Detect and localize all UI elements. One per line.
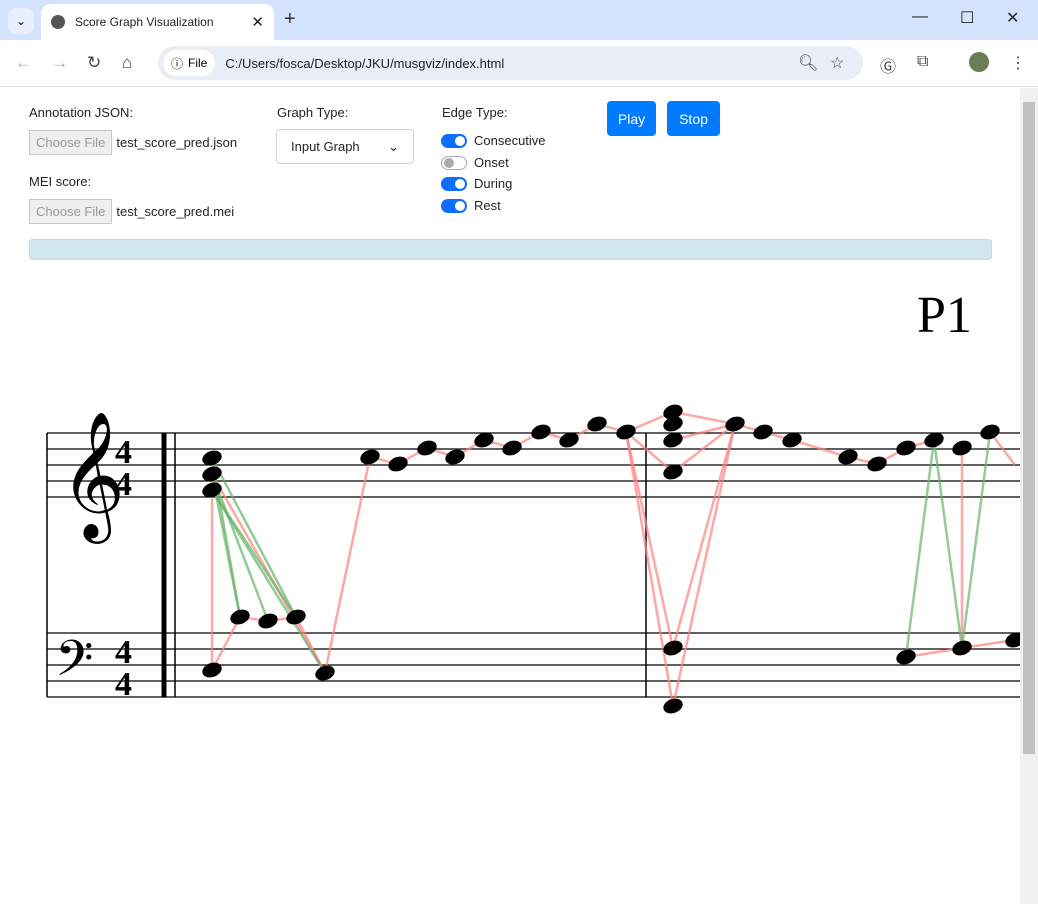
toggle-label: During	[474, 176, 513, 191]
address-bar[interactable]: ⓘ File C:/Users/fosca/Desktop/JKU/musgviz…	[158, 46, 863, 80]
mei-file-input[interactable]: Choose File test_score_pred.mei	[29, 199, 234, 224]
edge-type-label: Edge Type:	[442, 105, 508, 120]
note-head[interactable]	[313, 663, 337, 683]
info-icon: ⓘ	[171, 56, 184, 71]
mei-label: MEI score:	[29, 174, 92, 189]
note-head[interactable]	[415, 438, 439, 458]
toggle-consecutive[interactable]: Consecutive	[441, 133, 546, 148]
annotation-file-input[interactable]: Choose File test_score_pred.json	[29, 130, 237, 155]
toggle-during[interactable]: During	[441, 176, 512, 191]
zoom-icon[interactable]: 🔍︎	[798, 53, 818, 73]
toggle-switch[interactable]	[441, 198, 467, 213]
stop-button[interactable]: Stop	[667, 101, 720, 136]
graph-edges	[210, 410, 1016, 707]
menu-kebab-icon[interactable]: ⋮	[1010, 53, 1026, 73]
score-canvas: P1 4444 𝄞 𝄢	[46, 287, 1020, 716]
tab-active[interactable]: Score Graph Visualization ✕	[41, 4, 274, 40]
file-name: test_score_pred.mei	[116, 204, 235, 219]
note-head[interactable]	[894, 647, 918, 667]
note-head[interactable]	[661, 696, 685, 716]
reload-button[interactable]: ↻	[87, 53, 101, 73]
note-head[interactable]	[500, 438, 524, 458]
during-edge	[210, 489, 327, 674]
annotation-label: Annotation JSON:	[29, 105, 134, 120]
graph-type-select[interactable]: Input Graph ⌄	[276, 129, 414, 164]
part-label: P1	[917, 287, 972, 344]
extension-g-icon[interactable]: Ⓖ	[880, 53, 896, 77]
new-tab-button[interactable]: +	[284, 8, 296, 31]
globe-icon	[51, 15, 65, 29]
treble-clef-icon: 𝄞	[60, 410, 125, 544]
during-edge	[932, 439, 964, 649]
bass-clef-icon: 𝄢	[55, 630, 94, 700]
during-edge	[904, 439, 936, 658]
scrollbar-thumb[interactable]	[1023, 102, 1035, 754]
note-head[interactable]	[284, 607, 308, 627]
note-head[interactable]	[443, 447, 467, 467]
progress-bar	[29, 239, 992, 260]
note-head[interactable]	[358, 447, 382, 467]
time-signature-bass: 4	[115, 666, 132, 703]
tab-bar: ⌄ Score Graph Visualization ✕ + — ☐ ✕	[0, 0, 1038, 40]
choose-file-button[interactable]: Choose File	[29, 199, 113, 224]
forward-button[interactable]: →	[51, 53, 68, 73]
play-button[interactable]: Play	[607, 101, 656, 136]
site-info-chip[interactable]: ⓘ File	[163, 50, 216, 76]
toggle-switch[interactable]	[441, 155, 467, 170]
chevron-down-icon: ⌄	[388, 138, 399, 154]
note-head[interactable]	[894, 438, 918, 458]
note-head[interactable]	[978, 422, 1002, 442]
address-toolbar: ← → ↻ ⌂ ⓘ File C:/Users/fosca/Desktop/JKU…	[0, 40, 1038, 87]
tab-title: Score Graph Visualization	[75, 15, 214, 29]
close-tab-icon[interactable]: ✕	[251, 13, 264, 31]
scrollbar[interactable]	[1020, 88, 1038, 904]
home-button[interactable]: ⌂	[122, 53, 132, 73]
graph-type-label: Graph Type:	[277, 105, 349, 120]
maximize-button[interactable]: ☐	[960, 8, 974, 28]
toggle-label: Onset	[474, 155, 509, 170]
extensions-puzzle-icon[interactable]: ⧉	[917, 53, 928, 71]
note-head[interactable]	[529, 422, 553, 442]
note-head[interactable]	[228, 607, 252, 627]
note-head[interactable]	[751, 422, 775, 442]
toggle-rest[interactable]: Rest	[441, 198, 501, 213]
note-head[interactable]	[585, 414, 609, 434]
consecutive-edge	[210, 616, 242, 671]
toggle-onset[interactable]: Onset	[441, 155, 509, 170]
bookmark-star-icon[interactable]: ☆	[830, 53, 844, 73]
minimize-button[interactable]: —	[912, 8, 928, 26]
tab-search-button[interactable]: ⌄	[8, 8, 34, 34]
note-head[interactable]	[256, 611, 280, 631]
toggle-switch[interactable]	[441, 176, 467, 191]
note-head[interactable]	[200, 660, 224, 680]
back-button[interactable]: ←	[15, 53, 32, 73]
note-head[interactable]	[950, 638, 974, 658]
window-close-button[interactable]: ✕	[1006, 8, 1019, 28]
toggle-switch[interactable]	[441, 133, 467, 148]
toggle-label: Rest	[474, 198, 501, 213]
note-head[interactable]	[865, 454, 889, 474]
note-head[interactable]	[950, 438, 974, 458]
note-head[interactable]	[386, 454, 410, 474]
avatar[interactable]	[969, 52, 989, 72]
toggle-label: Consecutive	[474, 133, 546, 148]
file-name: test_score_pred.json	[116, 135, 238, 150]
consecutive-edge	[323, 456, 372, 674]
consecutive-edge	[671, 423, 737, 649]
chip-label: File	[188, 56, 208, 70]
note-head[interactable]	[836, 447, 860, 467]
graph-type-value: Input Graph	[291, 139, 360, 154]
choose-file-button[interactable]: Choose File	[29, 130, 113, 155]
staff-system: 4444	[46, 432, 1020, 703]
url-text[interactable]: C:/Users/fosca/Desktop/JKU/musgviz/index…	[225, 56, 504, 71]
